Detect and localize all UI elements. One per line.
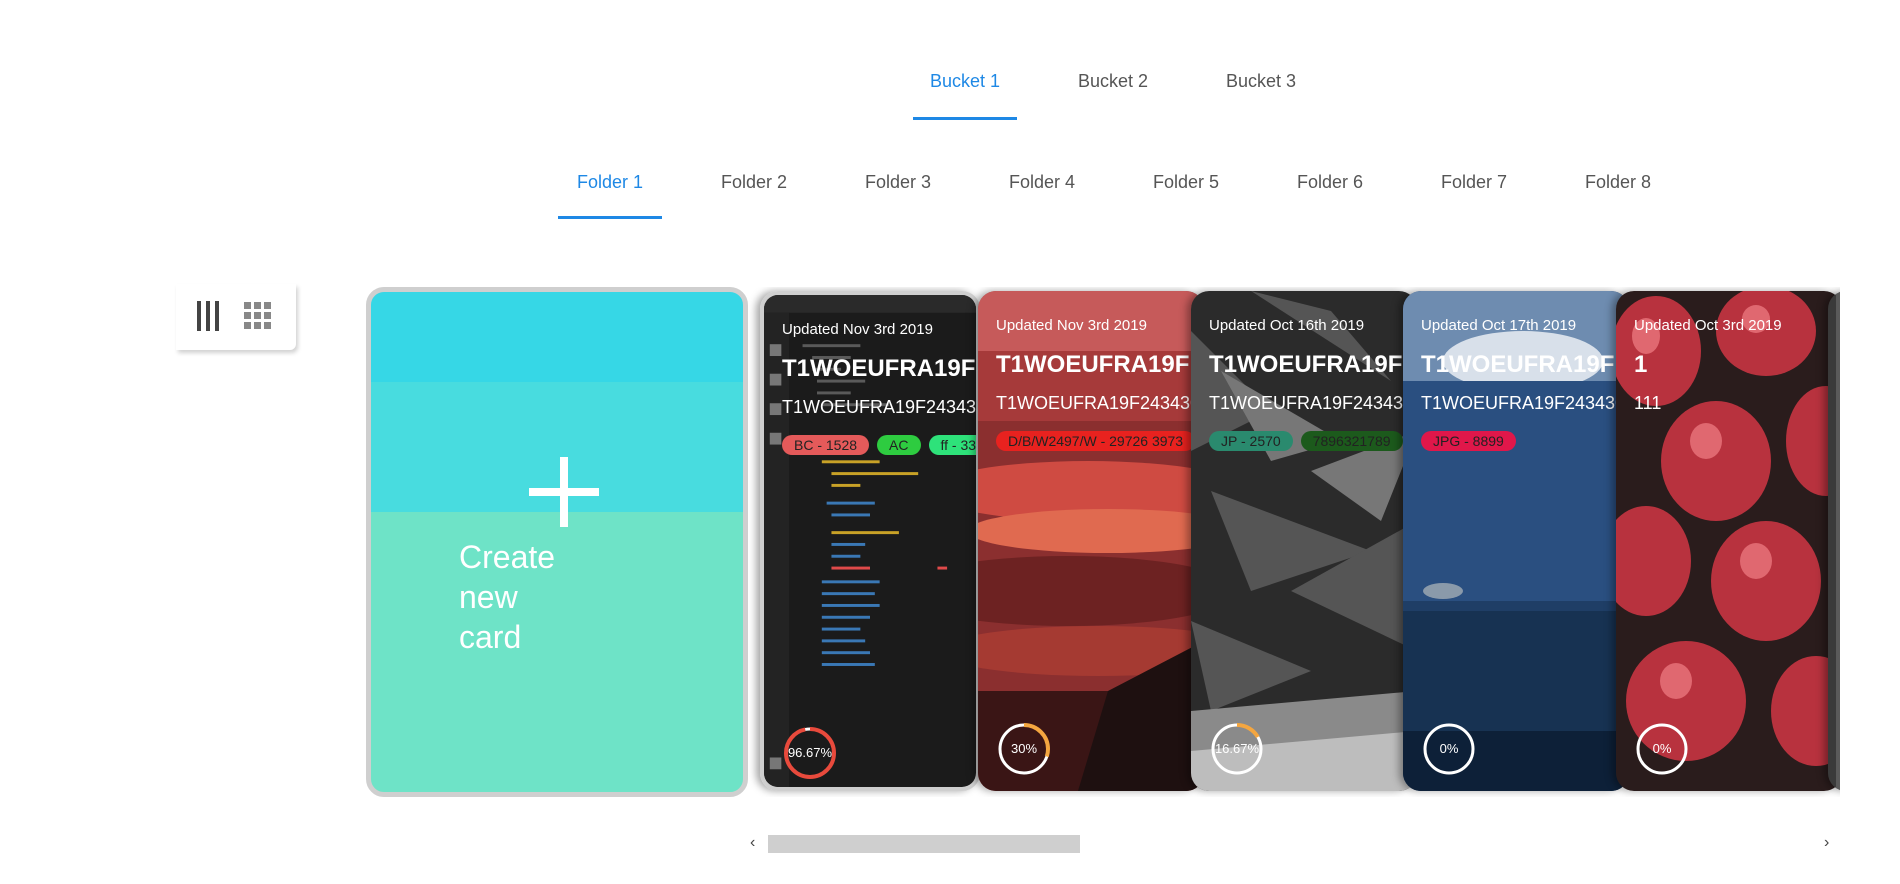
plus-icon xyxy=(529,457,599,527)
view-toggle xyxy=(176,284,296,350)
scrollbar-thumb[interactable] xyxy=(768,835,1080,853)
card-tags: BC - 1528 AC ff - 33 xyxy=(782,435,976,455)
card-title: T1WOEUFRA19F xyxy=(1421,351,1615,378)
tab-folder-3[interactable]: Folder 3 xyxy=(846,172,950,193)
card-subtitle: 111 xyxy=(1634,393,1662,413)
tab-bucket-2[interactable]: Bucket 2 xyxy=(1061,71,1165,92)
card-subtitle: T1WOEUFRA19F243430 xyxy=(996,393,1201,413)
tab-folder-8[interactable]: Folder 8 xyxy=(1566,172,1670,193)
bucket-tabs: Bucket 1 Bucket 2 Bucket 3 xyxy=(913,71,1357,120)
tab-bucket-3[interactable]: Bucket 3 xyxy=(1209,71,1313,92)
card-updated-date: Updated Nov 3rd 2019 xyxy=(782,321,933,338)
columns-icon xyxy=(197,301,219,331)
card-tags: D/B/W2497/W - 29726 3973 xyxy=(996,431,1203,451)
card[interactable]: Updated Oct 17th 2019 T1WOEUFRA19F T1WOE… xyxy=(1403,291,1629,791)
card[interactable] xyxy=(1828,291,1840,791)
scroll-left-arrow[interactable]: ‹ xyxy=(750,834,755,852)
tag[interactable]: D/B/W2497/W - 29726 3973 xyxy=(996,431,1196,451)
progress-label: 0% xyxy=(1439,741,1459,756)
scroll-right-arrow[interactable]: › xyxy=(1824,834,1829,852)
card-updated-date: Updated Oct 3rd 2019 xyxy=(1634,317,1782,334)
card-background-image xyxy=(1616,291,1840,791)
card-background-image xyxy=(1828,291,1840,791)
tab-folder-1[interactable]: Folder 1 xyxy=(558,172,662,219)
progress-label: 30% xyxy=(1010,741,1038,756)
card[interactable]: Updated Oct 3rd 2019 1 111 0% xyxy=(1616,291,1840,791)
tag[interactable]: BC - 1528 xyxy=(782,435,870,455)
tab-folder-7[interactable]: Folder 7 xyxy=(1422,172,1526,193)
card-title: 1 xyxy=(1634,351,1648,378)
create-card-label: Create new card xyxy=(459,539,556,655)
folder-tabs: Folder 1 Folder 2 Folder 3 Folder 4 Fold… xyxy=(558,172,1710,219)
tag[interactable]: JPG - 8899 xyxy=(1421,431,1516,451)
tab-folder-5[interactable]: Folder 5 xyxy=(1134,172,1238,193)
grid-icon xyxy=(244,302,271,329)
card-title: T1WOEUFRA19F xyxy=(782,355,976,382)
tab-bucket-1[interactable]: Bucket 1 xyxy=(913,71,1017,120)
tag[interactable]: AC xyxy=(877,435,921,455)
create-new-card-button[interactable]: Create new card xyxy=(366,287,748,797)
card-title: T1WOEUFRA19F xyxy=(996,351,1190,378)
tag[interactable]: 7896321789 xyxy=(1300,431,1403,451)
card-updated-date: Updated Oct 17th 2019 xyxy=(1421,317,1577,334)
card[interactable]: Updated Nov 3rd 2019 T1WOEUFRA19F T1WOEU… xyxy=(978,291,1204,791)
tab-folder-2[interactable]: Folder 2 xyxy=(702,172,806,193)
tab-folder-4[interactable]: Folder 4 xyxy=(990,172,1094,193)
grid-view-button[interactable] xyxy=(238,296,278,336)
card-subtitle: T1WOEUFRA19F243430 xyxy=(782,397,980,417)
card-subtitle: T1WOEUFRA19F243430 xyxy=(1421,393,1626,413)
card-title: T1WOEUFRA19F xyxy=(1209,351,1403,378)
columns-view-button[interactable] xyxy=(188,296,228,336)
tab-folder-6[interactable]: Folder 6 xyxy=(1278,172,1382,193)
tag[interactable]: JP - 2570 xyxy=(1209,431,1293,451)
progress-label: 0% xyxy=(1652,741,1672,756)
progress-label: 16.67% xyxy=(1214,741,1260,756)
card-tags: JP - 2570 7896321789 xyxy=(1209,431,1411,451)
card[interactable]: Updated Nov 3rd 2019 T1WOEUFRA19F T1WOEU… xyxy=(760,291,980,791)
card-subtitle: T1WOEUFRA19F243430 xyxy=(1209,393,1414,413)
progress-label: 96.67% xyxy=(787,745,833,760)
card[interactable]: Updated Oct 16th 2019 T1WOEUFRA19F T1WOE… xyxy=(1191,291,1417,791)
card-updated-date: Updated Oct 16th 2019 xyxy=(1209,317,1365,334)
tag[interactable]: ff - 33 xyxy=(928,435,976,455)
card-tags: JPG - 8899 xyxy=(1421,431,1524,451)
card-carousel[interactable]: Create new card Updated Nov 3rd 2019 T1W… xyxy=(366,287,1840,797)
card-updated-date: Updated Nov 3rd 2019 xyxy=(996,317,1147,334)
